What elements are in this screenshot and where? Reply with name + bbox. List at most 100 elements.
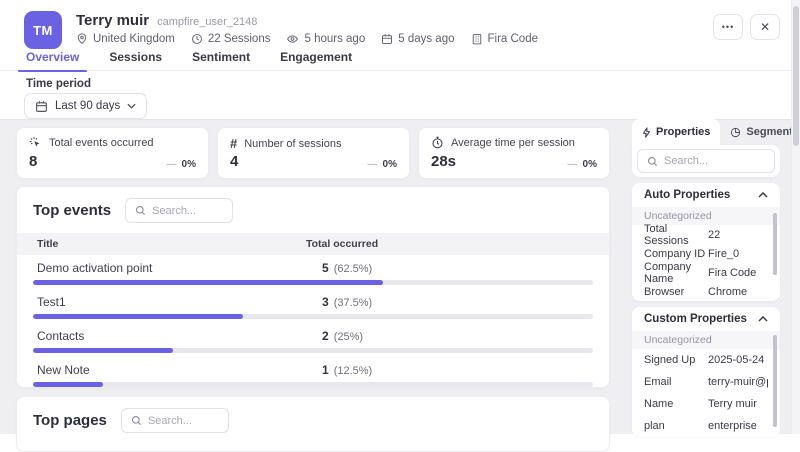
stat-card-total-events: Total events occurred 8 — 0% — [16, 127, 209, 179]
property-value: enterprise — [708, 420, 757, 432]
top-pages-title: Top pages — [33, 412, 107, 429]
tab-segments[interactable]: Segments — [720, 119, 800, 145]
chevron-up-icon — [758, 316, 768, 322]
meta-location-label: United Kingdom — [93, 33, 175, 45]
column-total-occurred: Total occurred — [306, 238, 378, 250]
meta-first-seen: 5 days ago — [381, 33, 454, 45]
stat-value: 28s — [431, 153, 456, 170]
event-name: New Note — [33, 363, 322, 377]
auto-properties-header[interactable]: Auto Properties — [632, 183, 780, 207]
event-row: Demo activation point 5 (62.5%) — [17, 255, 609, 289]
event-percent: (12.5%) — [334, 365, 373, 377]
stat-value: 8 — [29, 153, 37, 170]
property-value: 22 — [708, 229, 720, 241]
top-events-search-input[interactable] — [152, 205, 224, 217]
property-row: Email terry-muir@pm.... — [632, 371, 780, 393]
tab-properties-label: Properties — [656, 126, 710, 138]
calendar-icon — [381, 33, 393, 45]
meta-location: United Kingdom — [76, 33, 175, 45]
trend-percent: 0% — [182, 159, 196, 170]
tab-sentiment[interactable]: Sentiment — [192, 50, 250, 70]
trend-dash: — — [368, 159, 378, 170]
stat-title: Average time per session — [451, 137, 575, 149]
stat-title: Number of sessions — [244, 138, 341, 150]
progress-bar-fill — [33, 280, 383, 285]
meta-sessions: 22 Sessions — [191, 33, 271, 45]
close-button[interactable]: ✕ — [750, 14, 780, 40]
property-value: 2025-05-24 - 04:... — [708, 354, 768, 366]
section-title: Custom Properties — [644, 313, 747, 325]
top-pages-card: Top pages — [16, 396, 610, 452]
top-pages-search — [121, 408, 229, 433]
more-options-button[interactable]: ••• — [713, 14, 743, 40]
top-events-title: Top events — [33, 202, 111, 219]
property-row: Name Terry muir — [632, 393, 780, 415]
meta-company: Fira Code — [471, 33, 539, 45]
time-period-dropdown[interactable]: Last 90 days — [24, 93, 147, 119]
panel-scrollbar[interactable] — [773, 335, 777, 427]
stat-trend: — 0% — [568, 159, 597, 170]
progress-bar-fill — [33, 314, 243, 319]
property-row: Total Sessions 22 — [632, 225, 780, 244]
user-header: Terry muir campfire_user_2148 — [76, 12, 257, 29]
event-count: 1 — [322, 363, 329, 377]
property-key: Browser — [644, 286, 708, 298]
sidebar-search — [637, 149, 775, 173]
trend-dash: — — [568, 159, 578, 170]
search-icon — [135, 205, 146, 216]
progress-bar-track — [33, 280, 593, 285]
property-key: Company ID — [644, 248, 708, 260]
property-value: Chrome — [708, 286, 747, 298]
top-events-card: Top events Title Total occurred Demo act… — [16, 186, 610, 388]
property-value: Fira Code — [708, 267, 756, 279]
stat-title: Total events occurred — [49, 137, 154, 149]
property-key: plan — [644, 420, 708, 432]
property-value: Fire_0 — [708, 248, 739, 260]
calendar-icon — [35, 100, 48, 113]
time-period-label: Time period — [26, 78, 91, 90]
group-label: Uncategorized — [632, 331, 780, 349]
event-count: 2 — [322, 329, 329, 343]
meta-last-seen: 5 hours ago — [286, 33, 365, 45]
stat-trend: — 0% — [167, 159, 196, 170]
hash-icon: # — [230, 136, 237, 151]
property-key: Company Name — [644, 261, 708, 285]
company-icon — [471, 33, 483, 45]
property-key: Email — [644, 376, 708, 388]
eye-icon — [286, 33, 299, 45]
time-period-value: Last 90 days — [55, 100, 120, 112]
property-key: Name — [644, 398, 708, 410]
user-name: Terry muir — [76, 12, 149, 29]
search-icon — [131, 415, 142, 426]
stat-value: 4 — [230, 153, 238, 170]
meta-sessions-label: 22 Sessions — [208, 33, 271, 45]
table-header: Title Total occurred — [17, 233, 609, 255]
tab-overview[interactable]: Overview — [26, 50, 79, 70]
sidebar-tabs: Properties Segments — [624, 119, 790, 145]
chevron-down-icon — [127, 103, 136, 109]
event-count: 3 — [322, 295, 329, 309]
tab-properties[interactable]: Properties — [632, 119, 720, 145]
page-scrollbar[interactable] — [791, 0, 800, 434]
property-key: Signed Up — [644, 354, 708, 366]
auto-properties-section: Auto Properties Uncategorized Total Sess… — [632, 183, 780, 301]
sidebar-search-panel — [632, 145, 780, 177]
cursor-click-icon — [29, 136, 42, 149]
progress-bar-track — [33, 348, 593, 353]
progress-bar-track — [33, 382, 593, 387]
event-percent: (62.5%) — [334, 263, 373, 275]
clock-icon — [191, 33, 203, 45]
panel-scrollbar[interactable] — [773, 213, 777, 275]
tab-sessions[interactable]: Sessions — [109, 50, 162, 70]
stat-trend: — 0% — [368, 159, 397, 170]
bolt-icon — [642, 127, 651, 138]
top-pages-search-input[interactable] — [148, 415, 220, 427]
page-scrollbar-thumb[interactable] — [793, 6, 799, 146]
event-count: 5 — [322, 261, 329, 275]
tab-engagement[interactable]: Engagement — [280, 50, 352, 70]
stopwatch-icon — [431, 136, 444, 149]
progress-bar-fill — [33, 348, 173, 353]
sidebar-search-input[interactable] — [664, 155, 736, 167]
custom-properties-header[interactable]: Custom Properties — [632, 307, 780, 331]
event-row: Test1 3 (37.5%) — [17, 289, 609, 323]
